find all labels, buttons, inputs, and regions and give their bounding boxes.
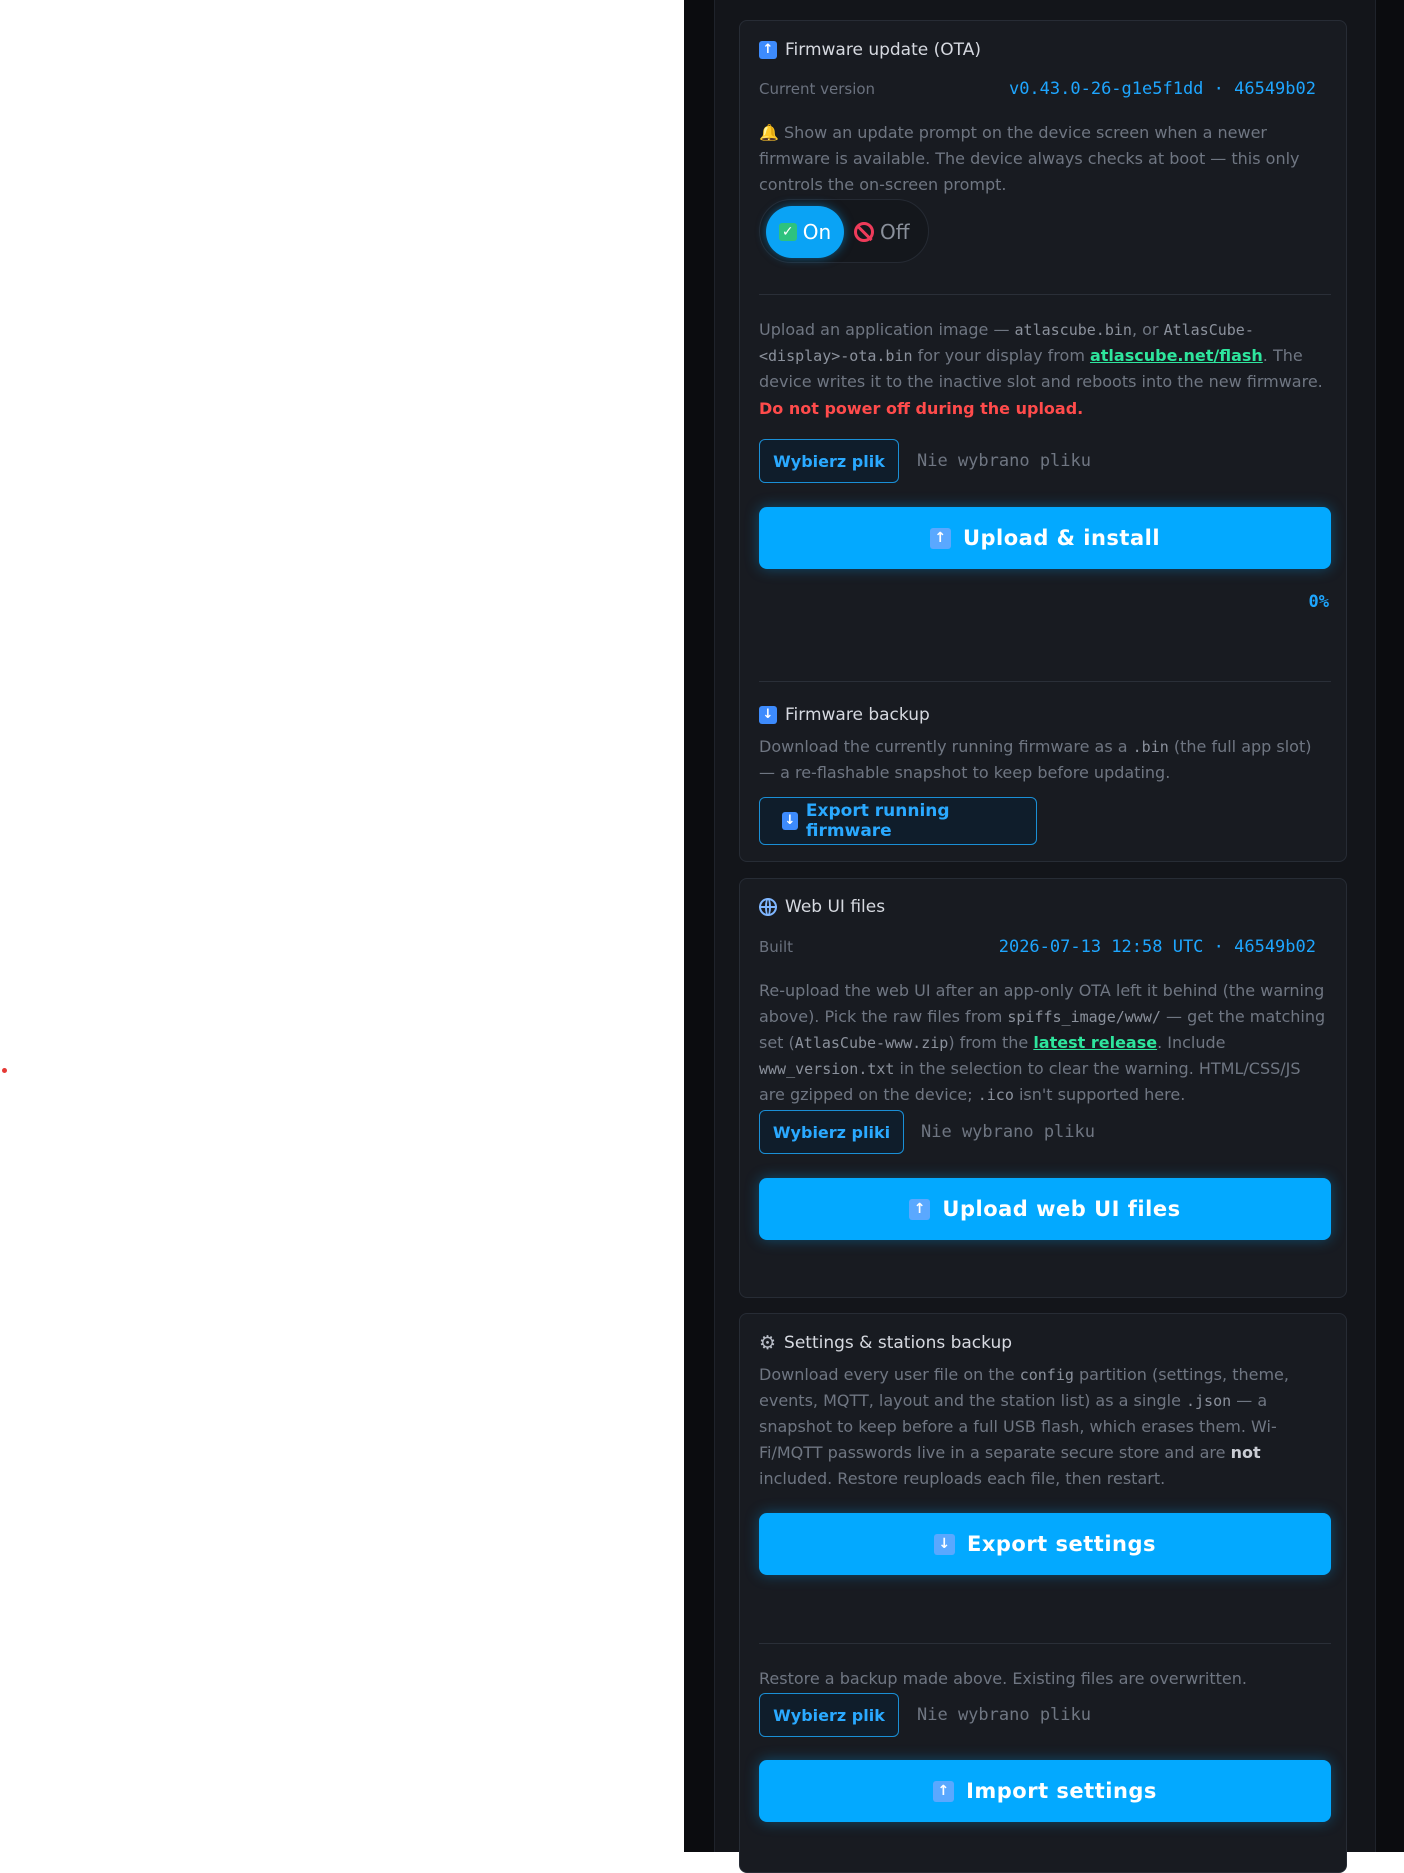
upload-text: for your display from bbox=[912, 346, 1090, 365]
choose-files-button[interactable]: Wybierz pliki bbox=[759, 1110, 904, 1154]
settings-title-text: Settings & stations backup bbox=[784, 1333, 1013, 1353]
globe-icon bbox=[759, 898, 777, 916]
upload-instructions: Upload an application image — atlascube.… bbox=[759, 317, 1331, 422]
red-dot-marker bbox=[2, 1068, 7, 1073]
import-settings-button[interactable]: ↑ Import settings bbox=[759, 1760, 1331, 1822]
code-snippet: .ico bbox=[977, 1086, 1014, 1104]
code-snippet: www_version.txt bbox=[759, 1060, 895, 1078]
settings-text: included. Restore reuploads each file, t… bbox=[759, 1469, 1166, 1488]
update-prompt-toggle[interactable]: ✓ On Off bbox=[759, 199, 929, 263]
power-warning: Do not power off during the upload. bbox=[759, 399, 1084, 418]
flash-link[interactable]: atlascube.net/flash bbox=[1090, 346, 1263, 365]
divider bbox=[759, 681, 1331, 682]
latest-release-link[interactable]: latest release bbox=[1033, 1033, 1157, 1052]
code-snippet: atlascube.bin bbox=[1014, 321, 1132, 339]
export-firmware-label: Export running firmware bbox=[805, 801, 950, 841]
toggle-off-label: Off bbox=[880, 220, 910, 244]
current-version-label: Current version bbox=[759, 80, 876, 98]
down-arrow-icon: ↓ bbox=[933, 1533, 955, 1555]
backup-title: ↓ Firmware backup bbox=[759, 705, 930, 725]
no-file-label: Nie wybrano pliku bbox=[917, 451, 1091, 471]
no-entry-icon bbox=[854, 222, 874, 242]
built-value: 2026-07-13 12:58 UTC · 46549b02 bbox=[998, 937, 1316, 957]
upload-install-label: Upload & install bbox=[962, 526, 1161, 550]
settings-title: ⚙ Settings & stations backup bbox=[759, 1332, 1012, 1354]
upload-progress-percent: 0% bbox=[1308, 592, 1329, 612]
upload-text: Upload an application image — bbox=[759, 320, 1015, 339]
settings-card: ⚙ Settings & stations backup Download ev… bbox=[739, 1313, 1347, 1873]
webui-text: ) from the bbox=[948, 1033, 1034, 1052]
check-icon: ✓ bbox=[778, 223, 797, 241]
firmware-card: ↑ Firmware update (OTA) Current version … bbox=[739, 20, 1347, 862]
up-arrow-icon: ↑ bbox=[759, 41, 777, 59]
divider bbox=[759, 1643, 1331, 1644]
firmware-title: ↑ Firmware update (OTA) bbox=[759, 40, 981, 60]
choose-file-button[interactable]: Wybierz plik bbox=[759, 1693, 899, 1737]
backup-text: Download the currently running firmware … bbox=[759, 737, 1133, 756]
gear-icon: ⚙ bbox=[759, 1332, 777, 1354]
webui-desc: Re-upload the web UI after an app-only O… bbox=[759, 978, 1331, 1108]
divider bbox=[759, 294, 1331, 295]
built-label: Built bbox=[759, 938, 794, 956]
up-arrow-icon: ↑ bbox=[929, 527, 951, 549]
up-arrow-icon: ↑ bbox=[933, 1780, 955, 1802]
upload-webui-label: Upload web UI files bbox=[942, 1197, 1181, 1221]
upload-text: , or bbox=[1131, 320, 1164, 339]
code-snippet: .bin bbox=[1132, 738, 1169, 756]
webui-title: Web UI files bbox=[759, 897, 885, 917]
choose-file-button[interactable]: Wybierz plik bbox=[759, 439, 899, 483]
upload-install-button[interactable]: ↑ Upload & install bbox=[759, 507, 1331, 569]
backup-desc: Download the currently running firmware … bbox=[759, 734, 1331, 786]
update-prompt-text: 🔔 Show an update prompt on the device sc… bbox=[759, 120, 1331, 198]
import-settings-label: Import settings bbox=[966, 1779, 1157, 1803]
settings-desc: Download every user file on the config p… bbox=[759, 1362, 1331, 1492]
restore-desc: Restore a backup made above. Existing fi… bbox=[759, 1669, 1247, 1688]
down-arrow-icon: ↓ bbox=[782, 812, 798, 830]
export-settings-button[interactable]: ↓ Export settings bbox=[759, 1513, 1331, 1575]
code-snippet: AtlasCube-www.zip bbox=[794, 1034, 949, 1052]
firmware-title-text: Firmware update (OTA) bbox=[785, 40, 981, 60]
webui-card: Web UI files Built 2026-07-13 12:58 UTC … bbox=[739, 878, 1347, 1298]
code-snippet: config bbox=[1019, 1366, 1074, 1384]
down-arrow-icon: ↓ bbox=[759, 706, 777, 724]
webui-text: isn't supported here. bbox=[1013, 1085, 1186, 1104]
not-emphasis: not bbox=[1230, 1443, 1261, 1462]
no-file-label: Nie wybrano pliku bbox=[917, 1705, 1091, 1725]
up-arrow-icon: ↑ bbox=[909, 1198, 931, 1220]
bell-icon: 🔔 bbox=[759, 123, 779, 142]
toggle-off-button[interactable]: Off bbox=[854, 206, 924, 258]
settings-text: Download every user file on the bbox=[759, 1365, 1020, 1384]
export-settings-label: Export settings bbox=[966, 1532, 1157, 1556]
no-file-label: Nie wybrano pliku bbox=[921, 1122, 1095, 1142]
update-prompt-desc: Show an update prompt on the device scre… bbox=[759, 123, 1300, 194]
code-snippet: .json bbox=[1186, 1392, 1232, 1410]
toggle-on-button[interactable]: ✓ On bbox=[766, 206, 844, 258]
current-version-value: v0.43.0-26-g1e5f1dd · 46549b02 bbox=[1008, 79, 1316, 99]
webui-title-text: Web UI files bbox=[785, 897, 886, 917]
webui-text: . Include bbox=[1157, 1033, 1226, 1052]
code-snippet: spiffs_image/www/ bbox=[1007, 1008, 1161, 1026]
export-firmware-button[interactable]: ↓ Export running firmware bbox=[759, 797, 1037, 845]
upload-webui-button[interactable]: ↑ Upload web UI files bbox=[759, 1178, 1331, 1240]
toggle-on-label: On bbox=[802, 220, 832, 244]
backup-title-text: Firmware backup bbox=[785, 705, 930, 725]
